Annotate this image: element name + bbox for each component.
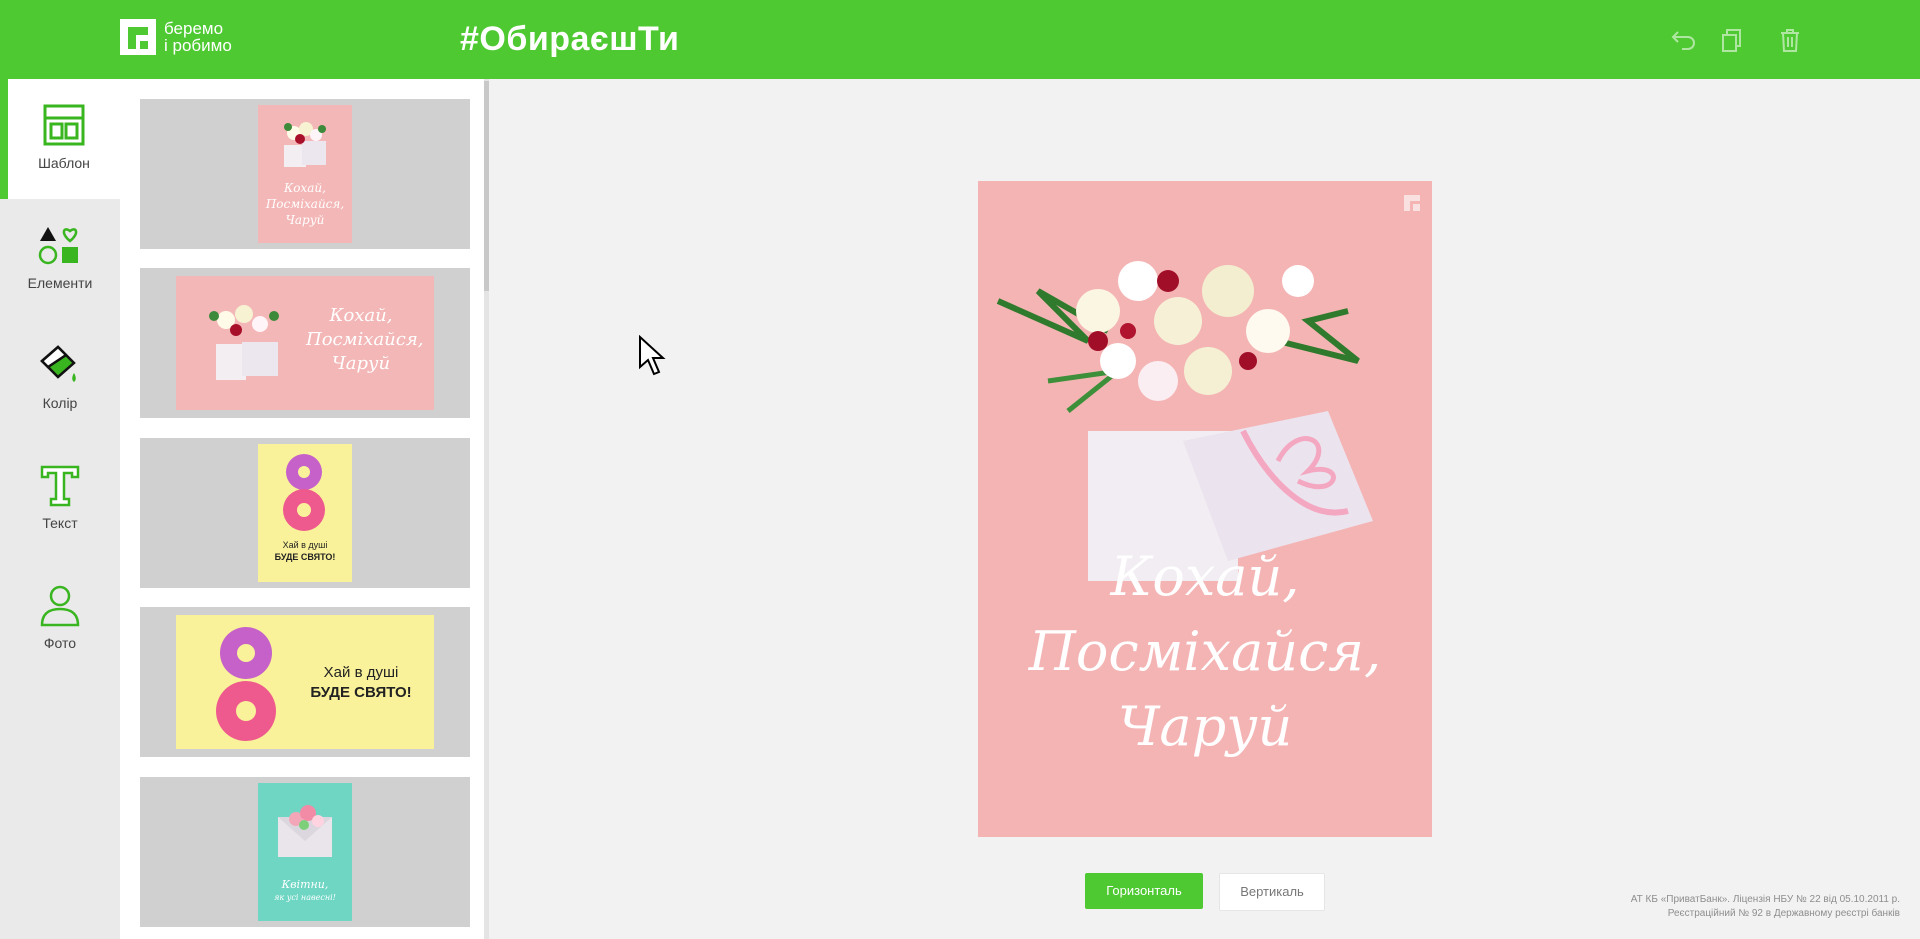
- tool-template[interactable]: Шаблон: [0, 79, 120, 199]
- template-card[interactable]: Квітни, як усі навесні!: [140, 777, 470, 927]
- tool-photo-label: Фото: [43, 635, 77, 651]
- tool-text-label: Текст: [42, 515, 78, 531]
- donut-image: [216, 627, 276, 741]
- vertical-button[interactable]: Вертикаль: [1219, 873, 1325, 911]
- templates-panel: Кохай, Посміхайся, Чаруй Кохай, Посміхай…: [120, 79, 485, 939]
- logo-text: беремо і робимо: [164, 20, 232, 54]
- template-text-line: БУДЕ СВЯТО!: [274, 552, 336, 562]
- logo-line-2: і робимо: [164, 36, 232, 55]
- template-preview: Кохай, Посміхайся, Чаруй: [176, 276, 434, 410]
- template-icon: [43, 104, 85, 146]
- tool-text[interactable]: Текст: [0, 439, 120, 559]
- card-text-line-2[interactable]: Посміхайся,: [978, 616, 1432, 688]
- legal-line-2: Реєстраційний № 92 в Державному реєстрі …: [1667, 908, 1900, 919]
- top-bar: беремо і робимо #ОбираєшТи: [0, 0, 1920, 79]
- template-preview: Хай в душі БУДЕ СВЯТО!: [258, 444, 352, 582]
- template-preview: Хай в душі БУДЕ СВЯТО!: [176, 615, 434, 749]
- campaign-hashtag: #ОбираєшТи: [460, 20, 680, 58]
- flowers-gift-image: [209, 305, 279, 380]
- tool-color[interactable]: Колір: [0, 319, 120, 439]
- template-card[interactable]: Кохай, Посміхайся, Чаруй: [140, 268, 470, 418]
- user-photo-icon: [40, 585, 80, 627]
- horizontal-button[interactable]: Горизонталь: [1085, 873, 1203, 909]
- undo-icon[interactable]: [1670, 26, 1698, 54]
- tool-template-label: Шаблон: [38, 155, 90, 171]
- template-preview: Кохай, Посміхайся, Чаруй: [258, 105, 352, 243]
- flowers-gift-image: [284, 122, 326, 167]
- mouse-cursor-icon: [638, 334, 666, 382]
- shapes-icon: [38, 227, 78, 265]
- envelope-flowers-image: [278, 805, 332, 857]
- template-text-line: Квітни,: [281, 878, 329, 891]
- tool-photo[interactable]: Фото: [0, 559, 120, 679]
- panel-scrollbar-thumb[interactable]: [484, 81, 489, 291]
- brand-watermark-icon: [1404, 195, 1420, 211]
- card-text-line-1[interactable]: Кохай,: [978, 541, 1432, 613]
- card-text-line-3[interactable]: Чаруй: [978, 691, 1432, 763]
- template-text-line: БУДЕ СВЯТО!: [310, 684, 412, 701]
- tool-elements[interactable]: Елементи: [0, 199, 120, 319]
- logo[interactable]: беремо і робимо: [120, 17, 232, 57]
- template-text: Кохай, Посміхайся, Чаруй: [265, 181, 345, 227]
- legal-footer: АТ КБ «ПриватБанк». Ліцензія НБУ № 22 ві…: [1530, 893, 1900, 921]
- text-icon: [40, 465, 80, 507]
- donut-image: [283, 454, 325, 531]
- copy-icon[interactable]: [1718, 26, 1746, 54]
- template-text-line: Хай в душі: [282, 540, 328, 550]
- template-text-line: Чаруй: [331, 353, 391, 374]
- template-card[interactable]: Хай в душі БУДЕ СВЯТО!: [140, 438, 470, 588]
- privatbank-logo-icon: [120, 19, 156, 55]
- template-card[interactable]: Кохай, Посміхайся, Чаруй: [140, 99, 470, 249]
- template-text-line: Кохай,: [329, 305, 393, 326]
- template-text-line: як усі навесні!: [274, 893, 336, 902]
- design-canvas[interactable]: Кохай, Посміхайся, Чаруй: [978, 181, 1432, 837]
- trash-icon[interactable]: [1776, 26, 1804, 54]
- tool-elements-label: Елементи: [27, 275, 93, 291]
- legal-line-1: АТ КБ «ПриватБанк». Ліцензія НБУ № 22 ві…: [1630, 894, 1900, 905]
- paint-bucket-icon: [40, 345, 76, 382]
- template-card[interactable]: Хай в душі БУДЕ СВЯТО!: [140, 607, 470, 757]
- template-text-line: Посміхайся,: [306, 329, 424, 350]
- tool-sidebar: Шаблон Елементи Колір Текст Фото: [0, 79, 120, 939]
- logo-line-1: беремо: [164, 19, 224, 38]
- template-text-line: Хай в душі: [323, 664, 399, 681]
- tool-color-label: Колір: [42, 395, 78, 411]
- template-preview: Квітни, як усі навесні!: [258, 783, 352, 921]
